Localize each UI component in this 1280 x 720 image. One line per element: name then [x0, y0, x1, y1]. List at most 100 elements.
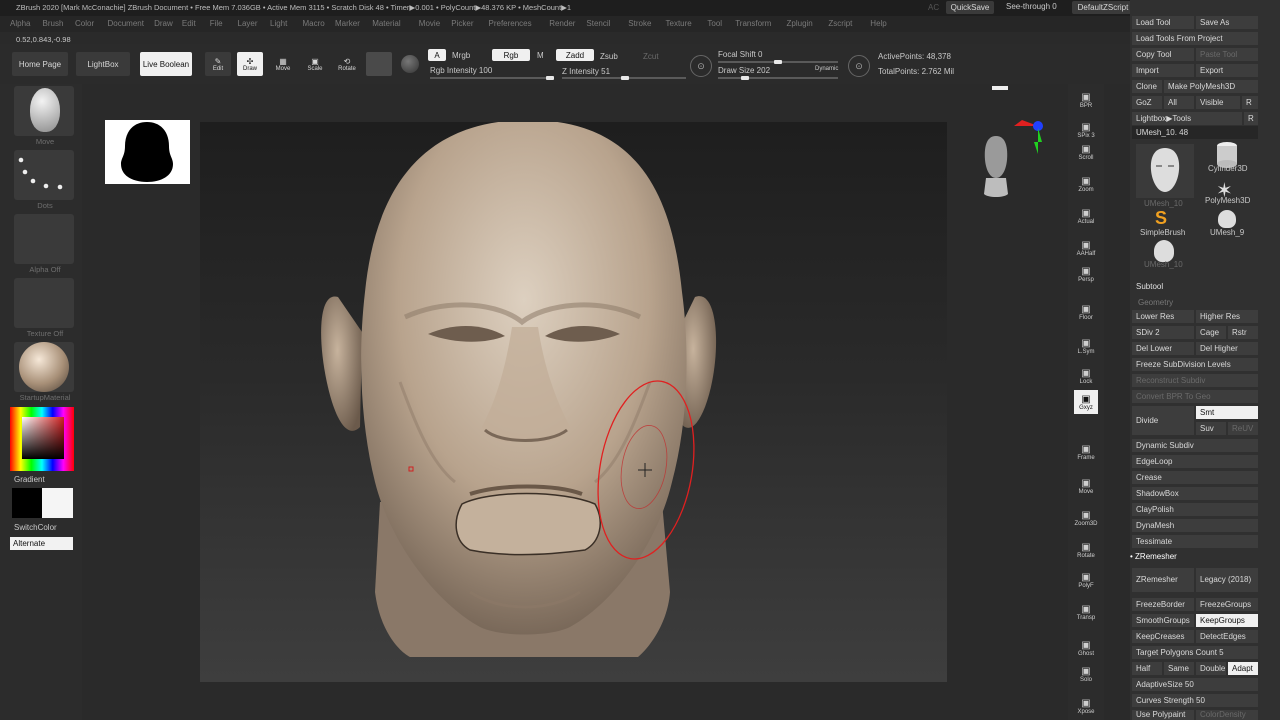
paste-tool-button[interactable]: Paste Tool: [1196, 48, 1258, 61]
goz-all-button[interactable]: All: [1164, 96, 1194, 109]
material-sphere-button[interactable]: [366, 52, 392, 76]
menu-marker[interactable]: Marker: [335, 19, 360, 28]
m-button[interactable]: M: [537, 51, 544, 60]
z-intensity-slider[interactable]: [562, 76, 686, 80]
tool-thumb-umesh10[interactable]: [1136, 144, 1194, 198]
save-as-button[interactable]: Save As: [1196, 16, 1258, 29]
freeze-subdivision-button[interactable]: Freeze SubDivision Levels: [1132, 358, 1258, 371]
menu-macro[interactable]: Macro: [303, 19, 325, 28]
keepgroups-toggle[interactable]: KeepGroups: [1196, 614, 1258, 627]
rgb-intensity-slider[interactable]: [430, 76, 554, 80]
alpha-thumbnail[interactable]: [14, 214, 74, 264]
shelf-gxyz-button[interactable]: ▣ Gxyz: [1074, 390, 1098, 414]
adaptive-size-slider[interactable]: AdaptiveSize 50: [1132, 678, 1258, 691]
lower-res-button[interactable]: Lower Res: [1132, 310, 1194, 323]
shelf-move-button[interactable]: ▣ Move: [1074, 474, 1098, 498]
menu-stroke[interactable]: Stroke: [628, 19, 651, 28]
sdiv-slider[interactable]: SDiv 2: [1132, 326, 1194, 339]
shelf-aahalf-button[interactable]: ▣ AAHalf: [1074, 236, 1098, 260]
z-intensity-knob[interactable]: [621, 76, 630, 80]
menu-preferences[interactable]: Preferences: [489, 19, 532, 28]
mrgb-button[interactable]: Mrgb: [452, 51, 470, 60]
quicksave-button[interactable]: QuickSave: [946, 1, 994, 14]
use-polypaint-toggle[interactable]: Use Polypaint: [1132, 710, 1194, 720]
color-saturation-square[interactable]: [22, 417, 64, 459]
crease-header[interactable]: Crease: [1132, 471, 1258, 484]
same-button[interactable]: Same: [1164, 662, 1194, 675]
target-polygons-slider[interactable]: Target Polygons Count 5: [1132, 646, 1258, 659]
dynamesh-header[interactable]: DynaMesh: [1132, 519, 1258, 532]
keepcreases-toggle[interactable]: KeepCreases: [1132, 630, 1194, 643]
scale-button[interactable]: ▣ Scale: [302, 52, 328, 76]
menu-edit[interactable]: Edit: [182, 19, 196, 28]
simplebrush-icon[interactable]: S: [1155, 208, 1167, 229]
default-zscript-button[interactable]: DefaultZScript: [1072, 1, 1134, 14]
live-boolean-button[interactable]: Live Boolean: [140, 52, 192, 76]
color-density-slider[interactable]: ColorDensity: [1196, 710, 1258, 720]
freezegroups-toggle[interactable]: FreezeGroups: [1196, 598, 1258, 611]
convert-bpr-button[interactable]: Convert BPR To Geo: [1132, 390, 1258, 403]
brush-thumbnail[interactable]: [14, 86, 74, 136]
menu-render[interactable]: Render: [549, 19, 575, 28]
goz-button[interactable]: GoZ: [1132, 96, 1162, 109]
color-picker[interactable]: [10, 407, 74, 471]
menu-stencil[interactable]: Stencil: [586, 19, 610, 28]
dynamic-subdiv-header[interactable]: Dynamic Subdiv: [1132, 439, 1258, 452]
make-polymesh3d-button[interactable]: Make PolyMesh3D: [1164, 80, 1258, 93]
double-button[interactable]: Double: [1196, 662, 1226, 675]
umesh10-small-icon[interactable]: [1154, 240, 1174, 262]
shelf-rotate-button[interactable]: ▣ Rotate: [1074, 538, 1098, 562]
menu-zplugin[interactable]: Zplugin: [787, 19, 813, 28]
reuv-button[interactable]: ReUV: [1228, 422, 1258, 435]
menu-document[interactable]: Document: [108, 19, 144, 28]
export-button[interactable]: Export: [1196, 64, 1258, 77]
draw-button[interactable]: ✣ Draw: [237, 52, 263, 76]
menu-transform[interactable]: Transform: [735, 19, 771, 28]
draw-size-slider[interactable]: [718, 76, 838, 80]
menu-tool[interactable]: Tool: [707, 19, 722, 28]
shelf-actual-button[interactable]: ▣ Actual: [1074, 204, 1098, 228]
menu-movie[interactable]: Movie: [419, 19, 440, 28]
shelf-ghost-button[interactable]: ▣ Ghost: [1074, 636, 1098, 660]
legacy-2018-button[interactable]: Legacy (2018): [1196, 568, 1258, 592]
menu-alpha[interactable]: Alpha: [10, 19, 30, 28]
main-color-swatch[interactable]: [12, 488, 42, 518]
shadowbox-header[interactable]: ShadowBox: [1132, 487, 1258, 500]
suv-toggle[interactable]: Suv: [1196, 422, 1226, 435]
material-thumbnail[interactable]: [14, 342, 74, 392]
rstr-button[interactable]: Rstr: [1228, 326, 1258, 339]
reconstruct-subdiv-button[interactable]: Reconstruct Subdiv: [1132, 374, 1258, 387]
clone-button[interactable]: Clone: [1132, 80, 1162, 93]
shelf-floor-button[interactable]: ▣ Floor: [1074, 300, 1098, 324]
geometry-header[interactable]: Geometry: [1138, 297, 1173, 309]
claypolish-header[interactable]: ClayPolish: [1132, 503, 1258, 516]
rgb-intensity-knob[interactable]: [546, 76, 554, 80]
focal-shift-slider[interactable]: [718, 60, 838, 64]
a-button[interactable]: A: [428, 49, 446, 61]
half-button[interactable]: Half: [1132, 662, 1162, 675]
lightbox-button[interactable]: LightBox: [76, 52, 130, 76]
zremesher-header[interactable]: • ZRemesher: [1130, 551, 1177, 563]
shelf-zoom-button[interactable]: ▣ Zoom: [1074, 172, 1098, 196]
shelf-lock-button[interactable]: ▣ Lock: [1074, 364, 1098, 388]
shelf-bpr-button[interactable]: ▣ BPR: [1074, 88, 1098, 112]
zremesher-button[interactable]: ZRemesher: [1132, 568, 1194, 592]
menu-brush[interactable]: Brush: [43, 19, 64, 28]
freezeborder-toggle[interactable]: FreezeBorder: [1132, 598, 1194, 611]
load-tools-from-project-button[interactable]: Load Tools From Project: [1132, 32, 1258, 45]
load-tool-button[interactable]: Load Tool: [1132, 16, 1194, 29]
copy-tool-button[interactable]: Copy Tool: [1132, 48, 1194, 61]
move-button[interactable]: ▦ Move: [270, 52, 296, 76]
shelf-xpose-button[interactable]: ▣ Xpose: [1074, 694, 1098, 718]
draw-size-knob[interactable]: [740, 76, 749, 80]
shelf-frame-button[interactable]: ▣ Frame: [1074, 440, 1098, 464]
shelf-l-sym-button[interactable]: ▣ L.Sym: [1074, 334, 1098, 358]
current-tool-slider[interactable]: UMesh_10. 48: [1132, 126, 1258, 139]
umesh9-icon[interactable]: [1218, 210, 1236, 228]
menu-file[interactable]: File: [210, 19, 223, 28]
menu-material[interactable]: Material: [372, 19, 400, 28]
shelf-transp-button[interactable]: ▣ Transp: [1074, 600, 1098, 624]
rotate-button[interactable]: ⟲ Rotate: [334, 52, 360, 76]
rgb-button[interactable]: Rgb: [492, 49, 530, 61]
shelf-zoom3d-button[interactable]: ▣ Zoom3D: [1074, 506, 1098, 530]
